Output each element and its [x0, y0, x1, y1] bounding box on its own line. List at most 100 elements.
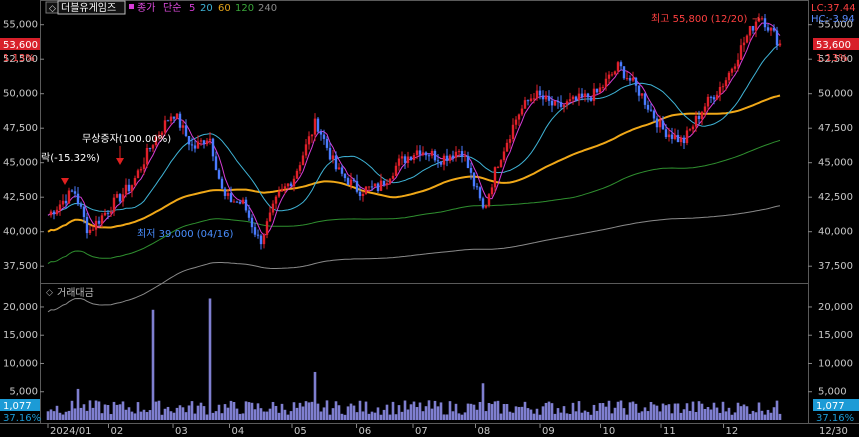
candle-body — [640, 93, 644, 96]
volume-bar — [748, 413, 752, 420]
volume-bar — [679, 412, 683, 420]
volume-bar — [565, 413, 569, 420]
candle-body — [433, 150, 437, 161]
volume-ytick-right: 10,000 — [818, 358, 853, 369]
volume-bar — [760, 410, 764, 420]
candle-body — [607, 74, 611, 79]
volume-bar — [58, 412, 62, 420]
volume-bar — [334, 401, 338, 420]
candle-body — [736, 59, 740, 67]
volume-bar — [394, 414, 398, 420]
candle-body — [718, 86, 722, 95]
candle-body — [379, 180, 383, 191]
volume-bar — [88, 400, 92, 420]
volume-bar — [523, 401, 527, 420]
x-tick-label: 12 — [726, 426, 739, 437]
low-annotation: 최저 39,000 (04/16) — [137, 228, 233, 240]
candle-body — [667, 134, 671, 138]
volume-bar — [634, 403, 638, 420]
candle-body — [469, 168, 473, 173]
volume-bar — [604, 406, 608, 420]
candle-body — [232, 201, 236, 203]
candle-body — [637, 85, 641, 96]
candle-body — [430, 150, 434, 156]
volume-bar — [283, 409, 287, 420]
candle-body — [550, 100, 554, 106]
volume-bar — [262, 411, 266, 420]
candle-body — [265, 221, 269, 235]
volume-grid — [40, 306, 812, 393]
candle-body — [244, 199, 248, 211]
candle-body — [496, 167, 500, 169]
candle-body — [322, 134, 326, 139]
candle-body — [436, 160, 440, 162]
volume-bar — [478, 401, 482, 420]
volume-ytick-left: 5,000 — [9, 387, 38, 398]
candle-body — [568, 99, 572, 102]
volume-bar — [49, 409, 53, 420]
candle-body — [85, 217, 89, 234]
candle-body — [487, 194, 491, 206]
volume-bar — [643, 407, 647, 420]
candle-body — [82, 206, 86, 218]
current-volume-pct-right: 37.16% — [816, 413, 854, 424]
candle-body — [328, 147, 332, 160]
volume-bar — [475, 409, 479, 420]
candle-body — [613, 71, 617, 75]
ma-period-20: 20 — [200, 3, 213, 14]
volume-bar — [658, 411, 662, 420]
volume-bar — [637, 412, 641, 420]
candle-body — [592, 88, 596, 101]
volume-bar — [277, 412, 281, 420]
candle-body — [289, 183, 293, 187]
ma5-path — [47, 22, 781, 236]
volume-bar — [622, 408, 626, 420]
volume-bar — [487, 403, 491, 420]
volume-bar — [136, 402, 140, 420]
current-change-right: 1.13% — [816, 53, 848, 64]
volume-bar — [322, 407, 326, 420]
volume-bar — [691, 401, 695, 420]
volume-bar — [589, 414, 593, 420]
volume-bar — [538, 414, 542, 420]
volume-bar — [412, 401, 416, 420]
candle-body — [88, 229, 92, 234]
ma-type: 단순 — [163, 2, 181, 14]
volume-bar — [550, 403, 554, 420]
volume-bar — [346, 406, 350, 420]
volume-bar — [739, 406, 743, 420]
volume-bar — [358, 400, 362, 420]
candle-body — [337, 167, 341, 170]
candle-body — [664, 129, 668, 138]
candle-body — [295, 170, 299, 179]
volume-bar — [121, 401, 125, 420]
candle-body — [742, 42, 746, 46]
volume-bar — [313, 371, 317, 420]
volume-bar — [697, 401, 701, 420]
volume-ytick-left: 15,000 — [3, 330, 38, 341]
event-annotation-ex-rights: 락(-15.32%) — [41, 152, 100, 164]
candle-body — [682, 137, 686, 144]
candle-body — [655, 118, 659, 128]
candle-body — [409, 156, 413, 160]
candle-body — [706, 96, 710, 107]
volume-bar — [667, 404, 671, 420]
volume-bar — [745, 406, 749, 420]
candle-body — [715, 94, 719, 100]
candle-body — [259, 235, 263, 245]
volume-bar — [325, 400, 329, 420]
current-price-left: 53,600 — [3, 40, 38, 51]
candle-body — [610, 74, 614, 76]
candle-body — [688, 129, 692, 131]
candle-body — [103, 212, 107, 216]
candle-body — [325, 138, 329, 148]
candle-body — [253, 227, 257, 235]
candle-body — [733, 66, 737, 69]
candle-body — [760, 18, 764, 20]
volume-bar — [703, 408, 707, 420]
volume-bar — [709, 409, 713, 420]
volume-bar — [235, 408, 239, 420]
candle-body — [526, 100, 530, 102]
volume-bar — [676, 403, 680, 420]
volume-bar — [517, 407, 521, 420]
